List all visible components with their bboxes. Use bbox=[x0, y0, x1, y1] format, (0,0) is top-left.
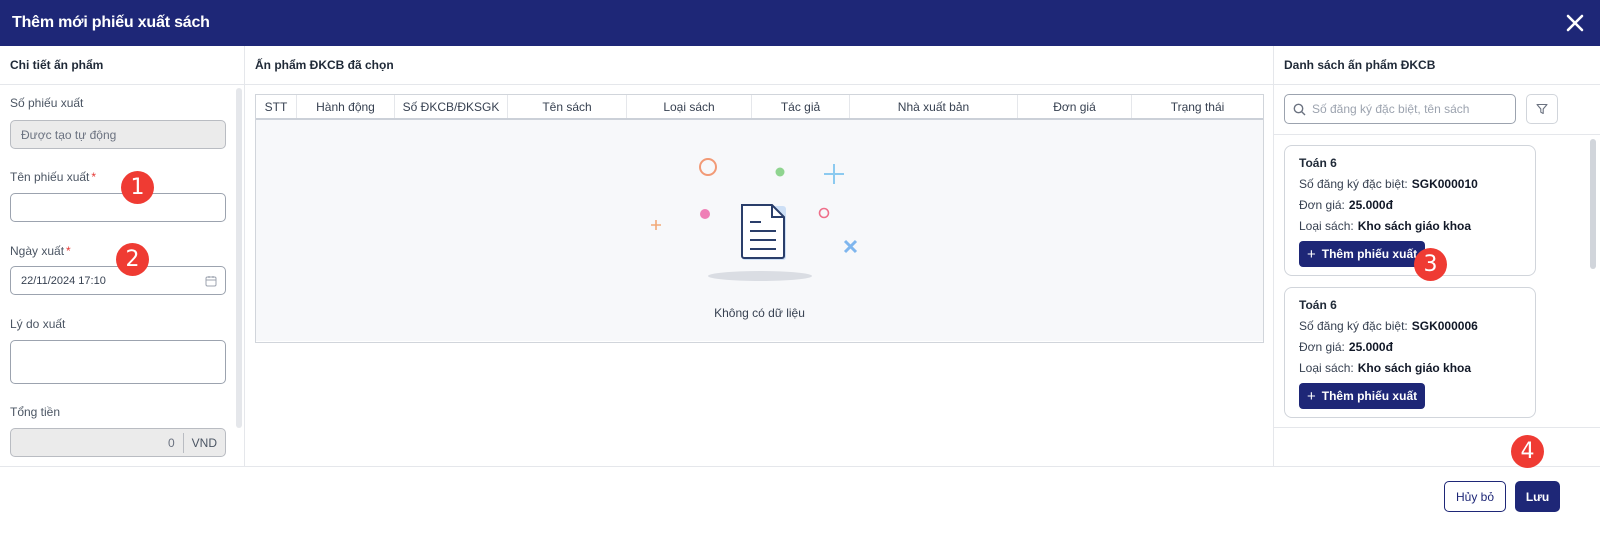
selected-panel: Ấn phẩm ĐKCB đã chọn STT Hành động Số ĐK… bbox=[245, 46, 1274, 466]
close-icon[interactable] bbox=[1564, 12, 1586, 34]
calendar-icon bbox=[205, 275, 217, 290]
date-value: 22/11/2024 17:10 bbox=[21, 274, 106, 287]
annotation-badge-3: 3 bbox=[1414, 248, 1447, 281]
selected-table: STT Hành động Số ĐKCB/ĐKSGK Tên sách Loạ… bbox=[255, 94, 1264, 343]
catalog-card: Toán 6 Số đăng ký đặc biệt: SGK000010 Đơn… bbox=[1284, 145, 1536, 276]
date-picker[interactable]: 22/11/2024 17:10 bbox=[10, 266, 226, 295]
catalog-panel-heading: Danh sách ấn phẩm ĐKCB bbox=[1274, 46, 1600, 85]
detail-panel-heading: Chi tiết ấn phẩm bbox=[0, 46, 244, 85]
cancel-button[interactable]: Hủy bỏ bbox=[1444, 481, 1506, 512]
card-type: Kho sách giáo khoa bbox=[1357, 361, 1472, 375]
total-label: Tổng tiền bbox=[10, 405, 61, 419]
reason-label: Lý do xuất bbox=[10, 317, 66, 331]
col-code: Số ĐKCB/ĐKSGK bbox=[395, 95, 508, 118]
col-status: Trạng thái bbox=[1170, 99, 1225, 114]
search-box bbox=[1284, 94, 1516, 124]
dialog-footer: Hủy bỏ Lưu bbox=[0, 466, 1600, 539]
col-action: Hành động bbox=[297, 95, 395, 118]
total-field: 0 VND bbox=[10, 428, 226, 457]
col-author: Tác giả bbox=[752, 95, 850, 118]
total-value: 0 bbox=[167, 435, 175, 450]
card-price: 25.000đ bbox=[1348, 340, 1393, 354]
filter-button[interactable] bbox=[1526, 94, 1558, 124]
empty-illustration-icon bbox=[651, 158, 858, 281]
selected-panel-heading: Ấn phẩm ĐKCB đã chọn bbox=[245, 46, 1273, 85]
plus-icon: + bbox=[1307, 245, 1316, 263]
add-to-slip-button[interactable]: + Thêm phiếu xuất bbox=[1299, 241, 1426, 267]
add-to-slip-button[interactable]: + Thêm phiếu xuất bbox=[1299, 383, 1426, 409]
name-input[interactable] bbox=[10, 193, 226, 222]
filter-icon bbox=[1536, 103, 1548, 115]
code-field: Được tạo tự động bbox=[10, 120, 226, 149]
catalog-list: Toán 6 Số đăng ký đặc biệt: SGK000010 Đơn… bbox=[1274, 134, 1600, 428]
col-stt: STT bbox=[256, 95, 297, 118]
code-value: Được tạo tự động bbox=[21, 127, 117, 142]
save-button[interactable]: Lưu bbox=[1515, 481, 1560, 512]
card-title: Toán 6 bbox=[1299, 298, 1337, 312]
search-input[interactable] bbox=[1312, 102, 1502, 116]
reason-textarea[interactable] bbox=[10, 340, 226, 384]
card-title: Toán 6 bbox=[1299, 156, 1337, 170]
catalog-scrollbar[interactable] bbox=[1590, 139, 1596, 269]
annotation-badge-1: 1 bbox=[121, 171, 154, 204]
card-code: SGK000006 bbox=[1411, 319, 1478, 333]
catalog-card: Toán 6 Số đăng ký đặc biệt: SGK000006 Đơn… bbox=[1284, 287, 1536, 418]
annotation-badge-2: 2 bbox=[116, 243, 149, 276]
total-unit: VND bbox=[182, 432, 225, 453]
card-code: SGK000010 bbox=[1411, 177, 1478, 191]
dialog-title: Thêm mới phiếu xuất sách bbox=[12, 14, 210, 31]
detail-form: Số phiếu xuất Được tạo tự động Tên phiếu… bbox=[0, 85, 245, 466]
table-body: Không có dữ liệu bbox=[256, 120, 1263, 341]
dialog-titlebar: Thêm mới phiếu xuất sách bbox=[0, 0, 1600, 46]
table-header: STT Hành động Số ĐKCB/ĐKSGK Tên sách Loạ… bbox=[256, 95, 1263, 120]
col-title: Tên sách bbox=[508, 95, 627, 118]
card-type: Kho sách giáo khoa bbox=[1357, 219, 1472, 233]
plus-icon: + bbox=[1307, 387, 1316, 405]
col-publisher: Nhà xuất bản bbox=[850, 95, 1018, 118]
name-label: Tên phiếu xuất * bbox=[10, 170, 97, 184]
col-price: Đơn giá bbox=[1018, 95, 1132, 118]
empty-state-text: Không có dữ liệu bbox=[714, 306, 805, 320]
search-icon bbox=[1293, 103, 1306, 115]
card-price: 25.000đ bbox=[1348, 198, 1393, 212]
col-type: Loại sách bbox=[627, 95, 752, 118]
annotation-badge-4: 4 bbox=[1511, 435, 1544, 468]
code-label: Số phiếu xuất bbox=[10, 96, 84, 110]
detail-scrollbar[interactable] bbox=[236, 88, 242, 428]
date-label: Ngày xuất * bbox=[10, 244, 71, 258]
